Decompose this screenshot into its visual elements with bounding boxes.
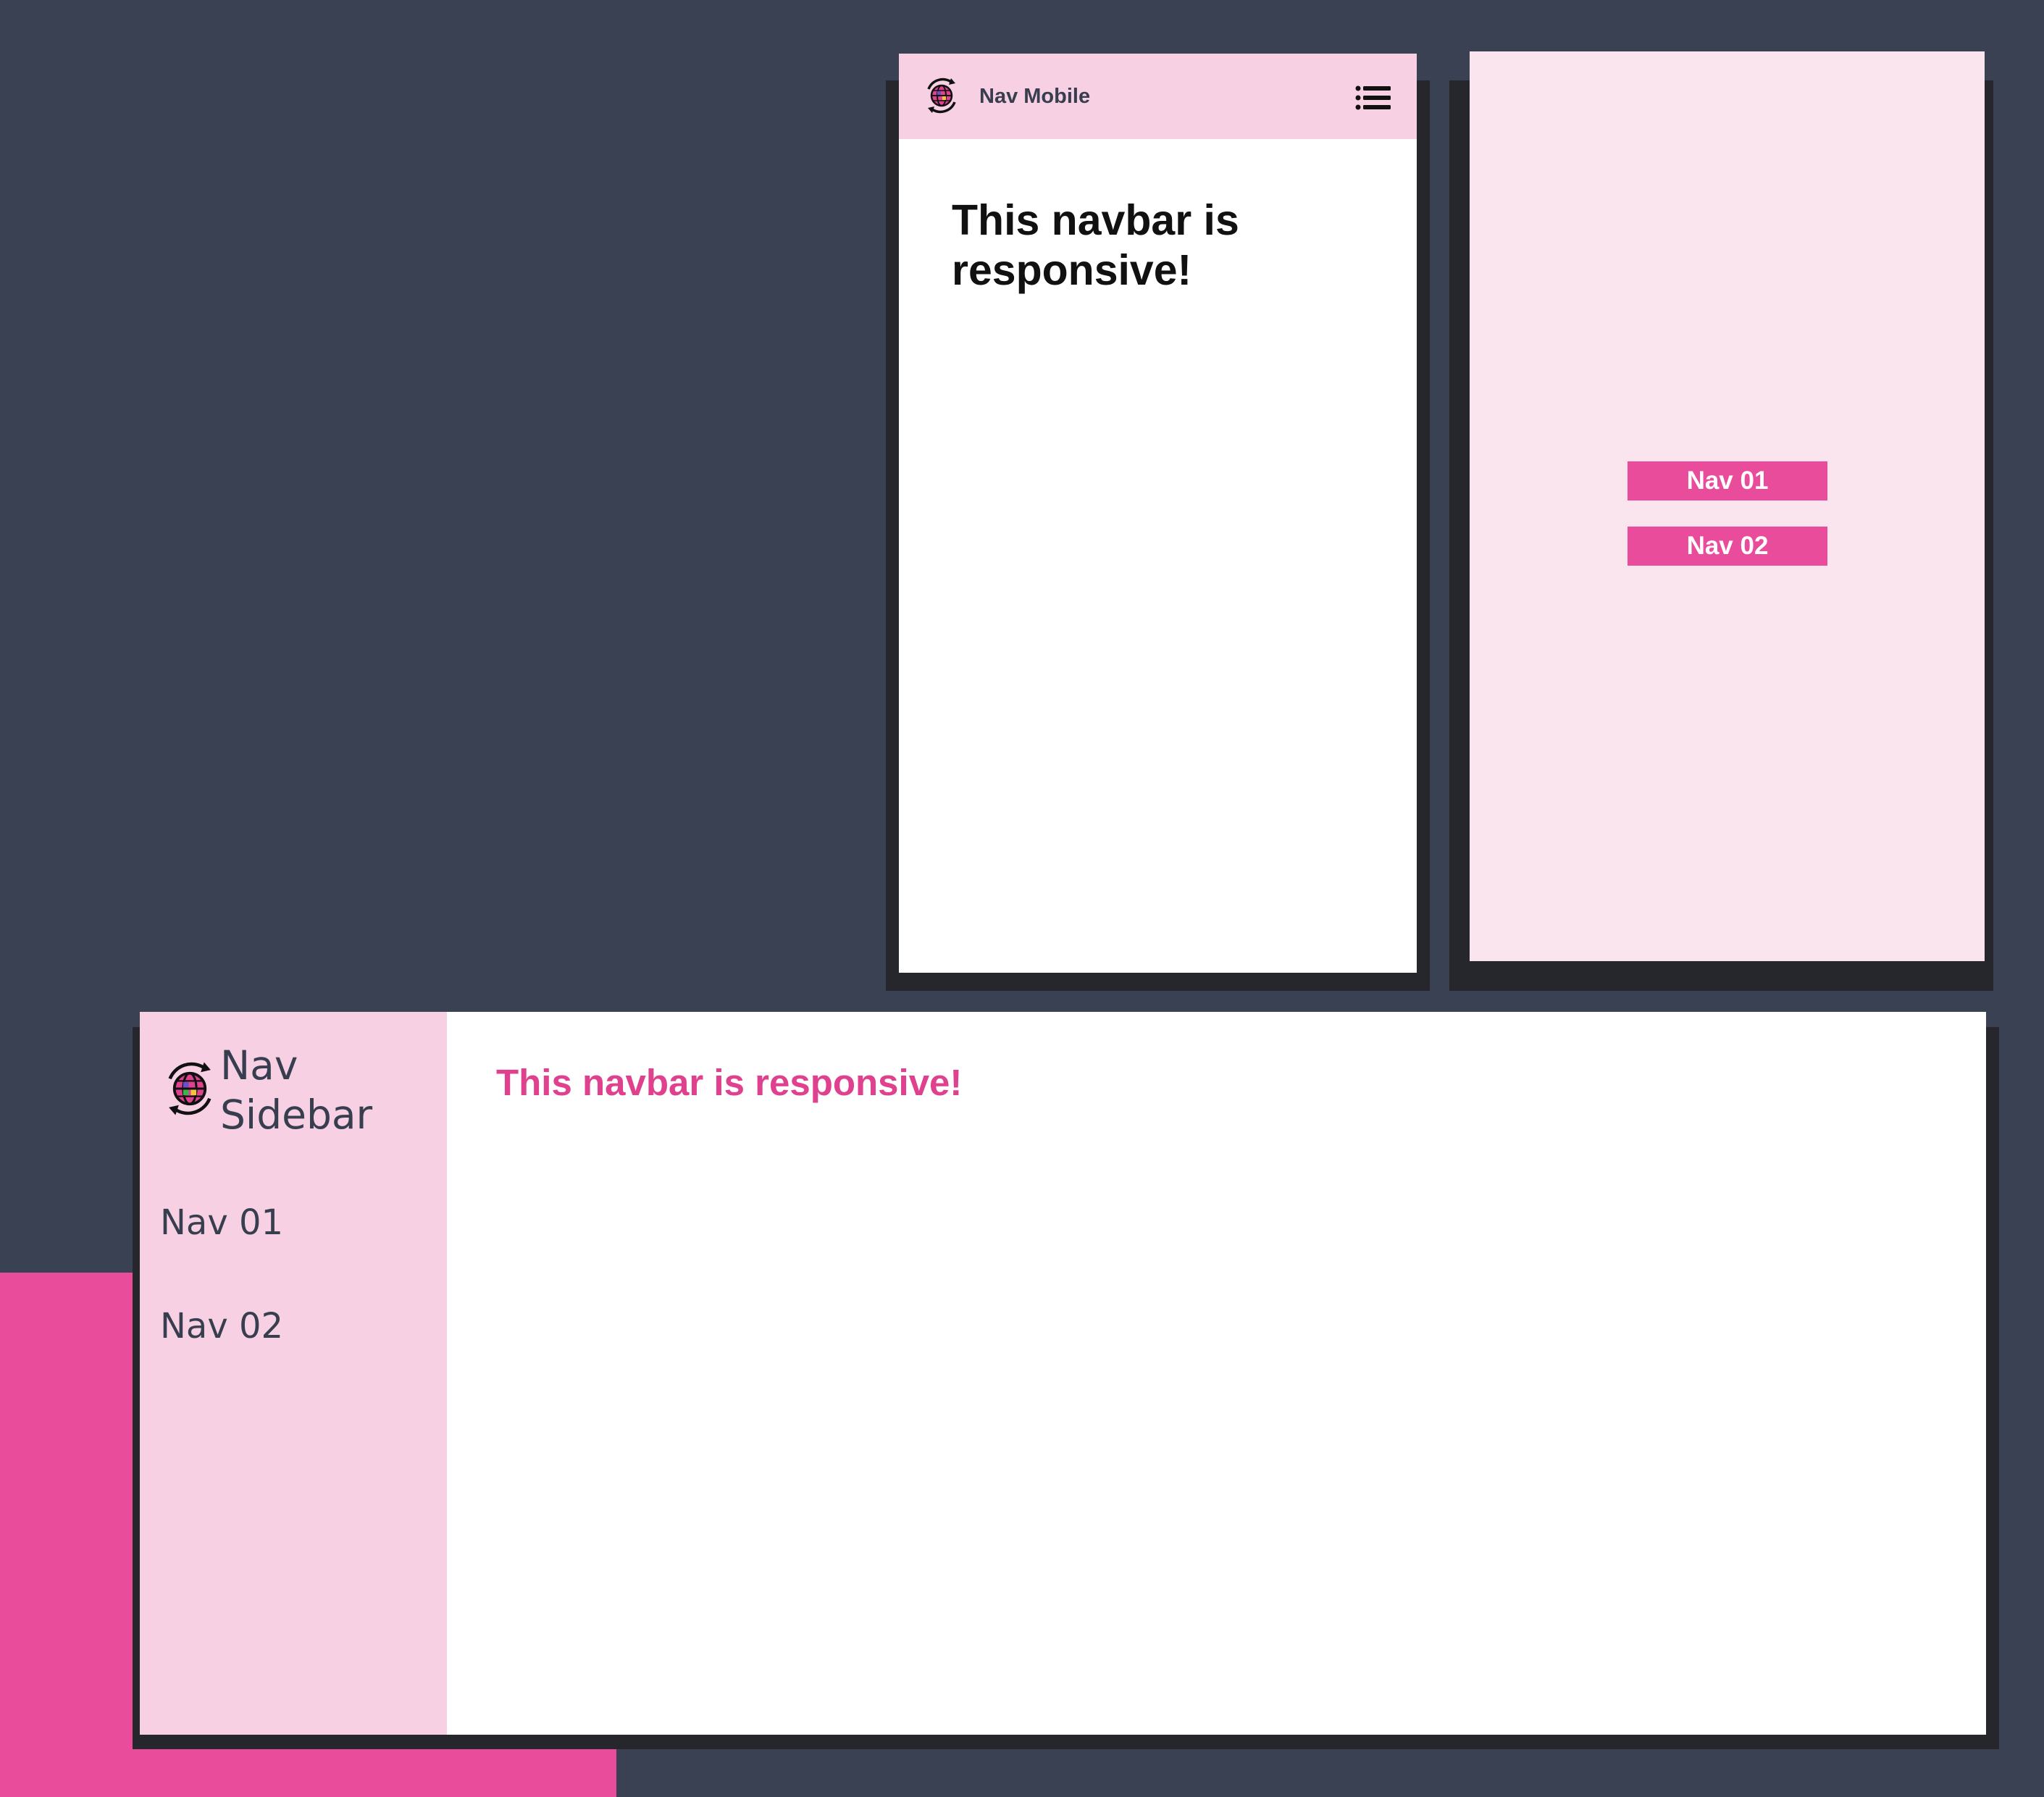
globe-sync-icon[interactable] [160, 1059, 219, 1118]
sidebar-brand-title: Nav Sidebar [220, 1041, 437, 1139]
sidebar-brand-line-1: Nav [220, 1042, 298, 1089]
list-menu-icon[interactable] [1355, 85, 1391, 111]
sidebar-item-nav-01[interactable]: Nav 01 [160, 1201, 283, 1244]
sidebar-brand-line-2: Sidebar [220, 1092, 373, 1138]
desktop-preview-frame: Nav Sidebar Nav 01 Nav 02 This navbar is… [140, 1012, 1986, 1735]
mobile-navbar: Nav Mobile [899, 54, 1417, 139]
desktop-page-heading: This navbar is responsive! [496, 1062, 963, 1103]
menu-item-nav-01[interactable]: Nav 01 [1628, 461, 1827, 500]
menu-item-nav-02[interactable]: Nav 02 [1628, 527, 1827, 566]
sidebar-item-nav-02[interactable]: Nav 02 [160, 1304, 283, 1348]
sidebar-nav: Nav Sidebar Nav 01 Nav 02 [140, 1012, 447, 1735]
mobile-preview-frame: Nav Mobile This navbar is responsive! [899, 54, 1417, 973]
mobile-brand-title: Nav Mobile [979, 85, 1091, 108]
mobile-page-heading: This navbar is responsive! [952, 196, 1239, 294]
mobile-menu-overlay: Nav 01 Nav 02 [1470, 51, 1985, 961]
globe-sync-icon[interactable] [922, 76, 961, 115]
